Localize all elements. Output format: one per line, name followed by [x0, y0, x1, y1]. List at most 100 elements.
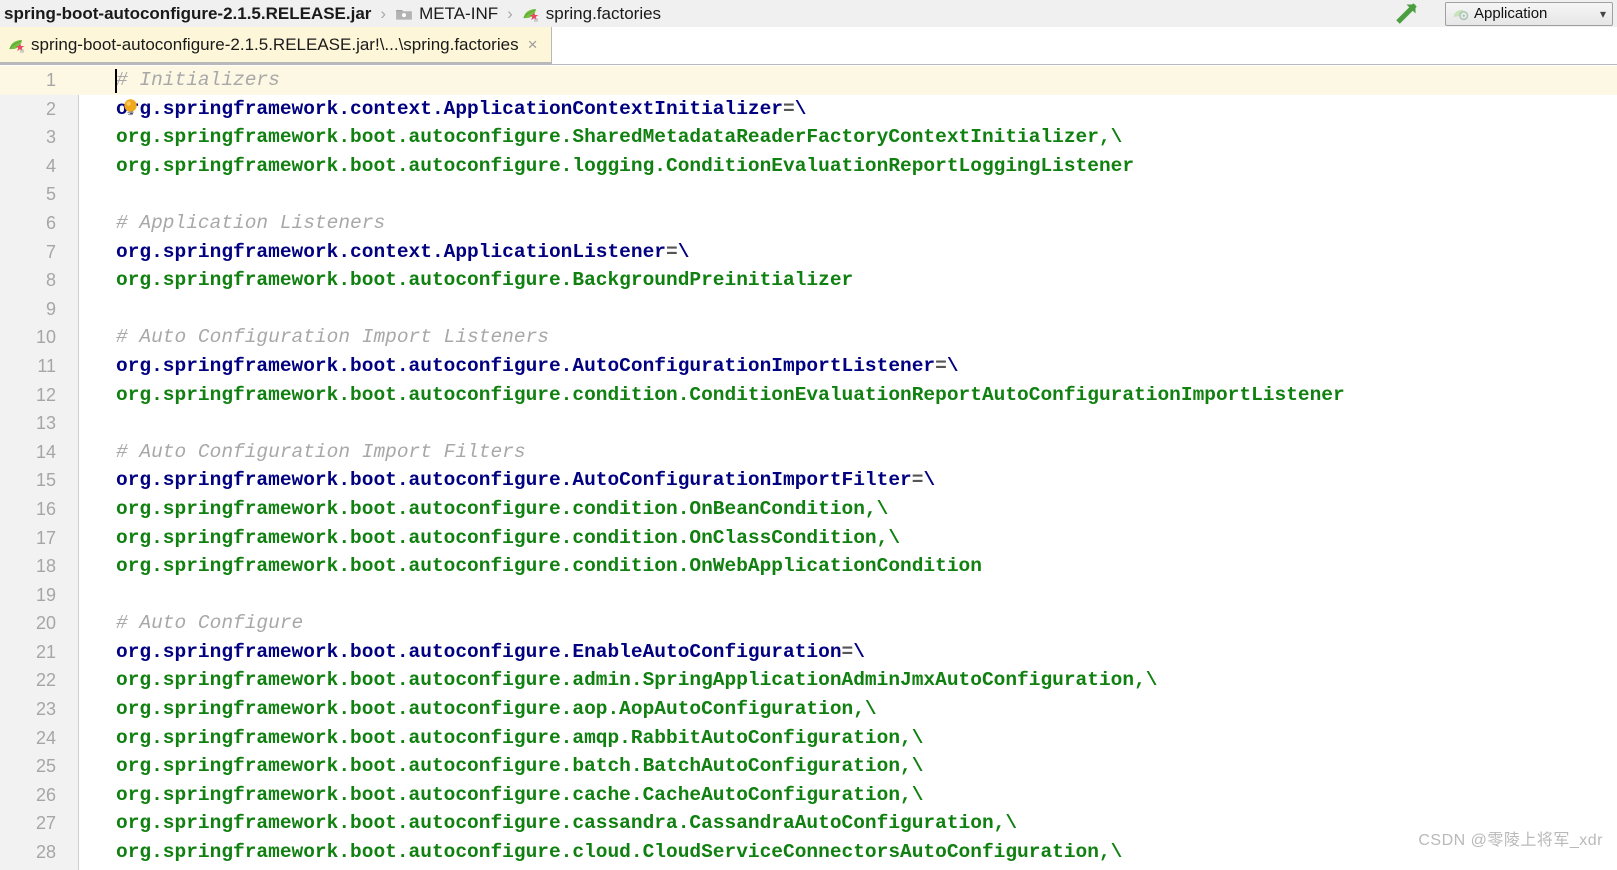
line-number: 16 [35, 498, 56, 519]
line-number: 21 [35, 641, 56, 662]
code-text: org.springframework.boot.autoconfigure.A… [116, 352, 959, 381]
code-text: org.springframework.boot.autoconfigure.c… [116, 781, 923, 810]
code-text: # Auto Configure [116, 609, 303, 638]
code-text: org.springframework.boot.autoconfigure.a… [116, 666, 1157, 695]
code-text: org.springframework.boot.autoconfigure.c… [116, 524, 900, 553]
code-lines: 1 # Initializers 2 org.springframework.cont… [0, 66, 1617, 870]
code-line[interactable]: 10 # Auto Configuration Import Listeners [0, 323, 1617, 352]
folder-icon [396, 9, 412, 20]
editor-tab-strip: spring-boot-autoconfigure-2.1.5.RELEASE.… [0, 27, 1617, 65]
code-text: # Auto Configuration Import Listeners [116, 323, 549, 352]
code-token-key: org.springframework.boot.autoconfigure.A… [116, 354, 936, 377]
code-line[interactable]: 18 org.springframework.boot.autoconfigure… [0, 552, 1617, 581]
breadcrumb-item-spring-factories[interactable]: spring.factories [522, 0, 661, 27]
run-configuration-icon [1453, 9, 1469, 21]
breadcrumb-label-meta-inf: META-INF [419, 4, 499, 23]
code-token-val: org.springframework.boot.autoconfigure.c… [116, 783, 924, 806]
code-line[interactable]: 2 org.springframework.context.Application… [0, 95, 1617, 124]
code-token-cmt: # Auto Configuration Import Filters [116, 440, 526, 463]
breadcrumb-label-spring-factories: spring.factories [545, 4, 662, 23]
code-line[interactable]: 9 [0, 295, 1617, 324]
code-token-cmt: # Auto Configure [116, 612, 304, 635]
line-number: 2 [45, 98, 56, 119]
line-number: 17 [35, 527, 56, 548]
close-icon[interactable]: × [528, 26, 538, 63]
breadcrumb-item-meta-inf[interactable]: META-INF [395, 0, 498, 27]
editor-tab-label: spring-boot-autoconfigure-2.1.5.RELEASE.… [31, 35, 519, 54]
code-text: org.springframework.context.ApplicationC… [116, 95, 806, 124]
code-token-val: org.springframework.boot.autoconfigure.c… [116, 555, 982, 578]
chevron-down-icon: ▾ [1599, 6, 1606, 21]
text-caret [115, 69, 117, 93]
breadcrumb-item-jar[interactable]: spring-boot-autoconfigure-2.1.5.RELEASE.… [4, 0, 371, 27]
code-line[interactable]: 6 # Application Listeners [0, 209, 1617, 238]
code-line[interactable]: 27 org.springframework.boot.autoconfigure… [0, 809, 1617, 838]
code-text: # Application Listeners [116, 209, 385, 238]
code-line[interactable]: 28 org.springframework.boot.autoconfigure… [0, 838, 1617, 867]
code-line[interactable]: 17 org.springframework.boot.autoconfigure… [0, 524, 1617, 553]
code-token-val: org.springframework.boot.autoconfigure.l… [116, 154, 1135, 177]
line-number: 10 [35, 327, 56, 348]
code-text: org.springframework.boot.autoconfigure.a… [116, 724, 923, 753]
csdn-watermark: CSDN @零陵上将军_xdr [1418, 832, 1603, 849]
code-line[interactable]: 24 org.springframework.boot.autoconfigure… [0, 724, 1617, 753]
line-number: 12 [35, 384, 56, 405]
code-line[interactable]: 14 # Auto Configuration Import Filters [0, 438, 1617, 467]
code-token-key: org.springframework.context.ApplicationC… [116, 97, 784, 120]
code-text: org.springframework.boot.autoconfigure.c… [116, 381, 1345, 410]
line-number: 23 [35, 699, 56, 720]
line-number: 13 [35, 413, 56, 434]
code-line[interactable]: 13 [0, 409, 1617, 438]
code-line[interactable]: 4 org.springframework.boot.autoconfigure.… [0, 152, 1617, 181]
line-number: 11 [37, 355, 56, 376]
code-line[interactable]: 12 org.springframework.boot.autoconfigure… [0, 381, 1617, 410]
code-token-key: org.springframework.boot.autoconfigure.A… [116, 469, 912, 492]
code-line[interactable]: 22 org.springframework.boot.autoconfigure… [0, 666, 1617, 695]
code-token-val: org.springframework.boot.autoconfigure.c… [116, 841, 1123, 864]
intention-lightbulb-icon[interactable] [122, 98, 139, 119]
editor-tab-spring-factories[interactable]: spring-boot-autoconfigure-2.1.5.RELEASE.… [0, 27, 552, 64]
code-line[interactable]: 16 org.springframework.boot.autoconfigure… [0, 495, 1617, 524]
code-line[interactable]: 26 org.springframework.boot.autoconfigure… [0, 781, 1617, 810]
code-token-bs: \ [853, 640, 865, 663]
code-line[interactable]: 23 org.springframework.boot.autoconfigure… [0, 695, 1617, 724]
code-token-val: org.springframework.boot.autoconfigure.c… [116, 497, 889, 520]
code-line[interactable]: 5 [0, 180, 1617, 209]
line-number: 6 [45, 212, 56, 233]
code-text: org.springframework.boot.autoconfigure.E… [116, 638, 865, 667]
code-text: org.springframework.boot.autoconfigure.c… [116, 552, 982, 581]
line-number: 1 [45, 70, 56, 90]
code-line[interactable]: 3 org.springframework.boot.autoconfigure.… [0, 123, 1617, 152]
code-line[interactable]: 25 org.springframework.boot.autoconfigure… [0, 752, 1617, 781]
code-token-key: org.springframework.boot.autoconfigure.E… [116, 640, 842, 663]
code-token-bs: \ [677, 240, 690, 263]
code-token-bs: \ [923, 469, 936, 492]
run-configuration-dropdown[interactable]: Application ▾ [1445, 1, 1613, 26]
build-arrow-icon[interactable] [1393, 1, 1427, 27]
code-text: org.springframework.boot.autoconfigure.a… [116, 695, 877, 724]
code-token-eq: = [935, 354, 947, 377]
code-token-val: org.springframework.boot.autoconfigure.c… [116, 383, 1345, 406]
code-text: org.springframework.boot.autoconfigure.c… [116, 495, 888, 524]
code-line[interactable]: 19 [0, 581, 1617, 610]
code-line[interactable]: 8 org.springframework.boot.autoconfigure.… [0, 266, 1617, 295]
line-number: 28 [35, 842, 56, 863]
code-editor[interactable]: 1 # Initializers 2 org.springframework.cont… [0, 66, 1617, 870]
code-line[interactable]: 1 # Initializers [0, 66, 1617, 95]
code-token-val: org.springframework.boot.autoconfigure.b… [116, 755, 924, 778]
code-line[interactable]: 11 org.springframework.boot.autoconfigure… [0, 352, 1617, 381]
code-line[interactable]: 7 org.springframework.context.Application… [0, 238, 1617, 267]
code-text: org.springframework.boot.autoconfigure.c… [116, 838, 1122, 867]
code-line[interactable]: 21 org.springframework.boot.autoconfigure… [0, 638, 1617, 667]
line-number: 5 [45, 184, 56, 205]
breadcrumb-separator-2: › [507, 4, 513, 23]
code-line[interactable]: 20 # Auto Configure [0, 609, 1617, 638]
line-number: 9 [45, 298, 56, 319]
code-token-val: org.springframework.boot.autoconfigure.B… [116, 269, 854, 292]
code-text: org.springframework.boot.autoconfigure.A… [116, 466, 935, 495]
code-token-cmt: # Auto Configuration Import Listeners [116, 326, 549, 349]
toolbar-right: Application ▾ [1393, 0, 1617, 27]
line-number: 26 [35, 784, 56, 805]
code-text: org.springframework.boot.autoconfigure.c… [116, 809, 1017, 838]
code-line[interactable]: 15 org.springframework.boot.autoconfigure… [0, 466, 1617, 495]
